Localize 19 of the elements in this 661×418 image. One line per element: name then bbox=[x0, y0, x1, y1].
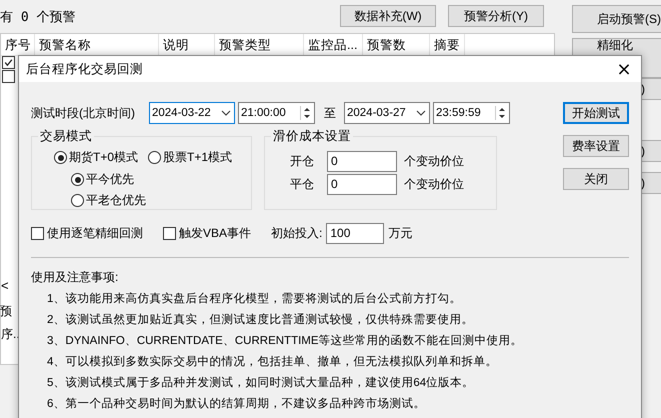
note-line: 4、可以模拟到多数实际交易中的情况，包括挂单、撤单，但无法模拟队列单和拆单。 bbox=[46, 354, 498, 370]
field-label: 平仓 bbox=[290, 176, 315, 193]
unit-label: 个变动价位 bbox=[404, 176, 464, 193]
group-title: 交易模式 bbox=[38, 128, 94, 145]
unit-label: 个变动价位 bbox=[404, 153, 464, 170]
note-line: 3、DYNAINFO、CURRENTDATE、CURRENTTIME等这些常用的函数不能在回测中使用。 bbox=[46, 333, 524, 349]
initial-label: 初始投入: bbox=[271, 225, 322, 242]
to-label: 至 bbox=[324, 104, 336, 122]
window-title: 后台程序化交易回测 bbox=[26, 60, 143, 78]
unit-label: 万元 bbox=[388, 225, 412, 242]
note-line: 1、该功能用来高仿真实盘后台程序化模型，需要将测试的后台公式前方打勾。 bbox=[46, 291, 462, 307]
note-line: 2、该测试虽然更加贴近真实，但测试速度比普通测试较慢，仅供特殊需要使用。 bbox=[46, 312, 474, 328]
field-label: 开仓 bbox=[290, 153, 315, 170]
note-line: 5、该测试模式属于多品种并发测试，如同时测试大量品种，建议使用64位版本。 bbox=[46, 375, 476, 391]
period-label: 测试时段(北京时间) bbox=[31, 104, 136, 122]
alert-count: 有 0 个预警 bbox=[0, 8, 76, 26]
notes-title: 使用及注意事项: bbox=[31, 269, 120, 286]
group-title: 滑价成本设置 bbox=[271, 128, 353, 145]
note-line: 6、第一个品种交易时间为默认的结算周期，不建议多品种跨市场测试。 bbox=[46, 396, 426, 412]
